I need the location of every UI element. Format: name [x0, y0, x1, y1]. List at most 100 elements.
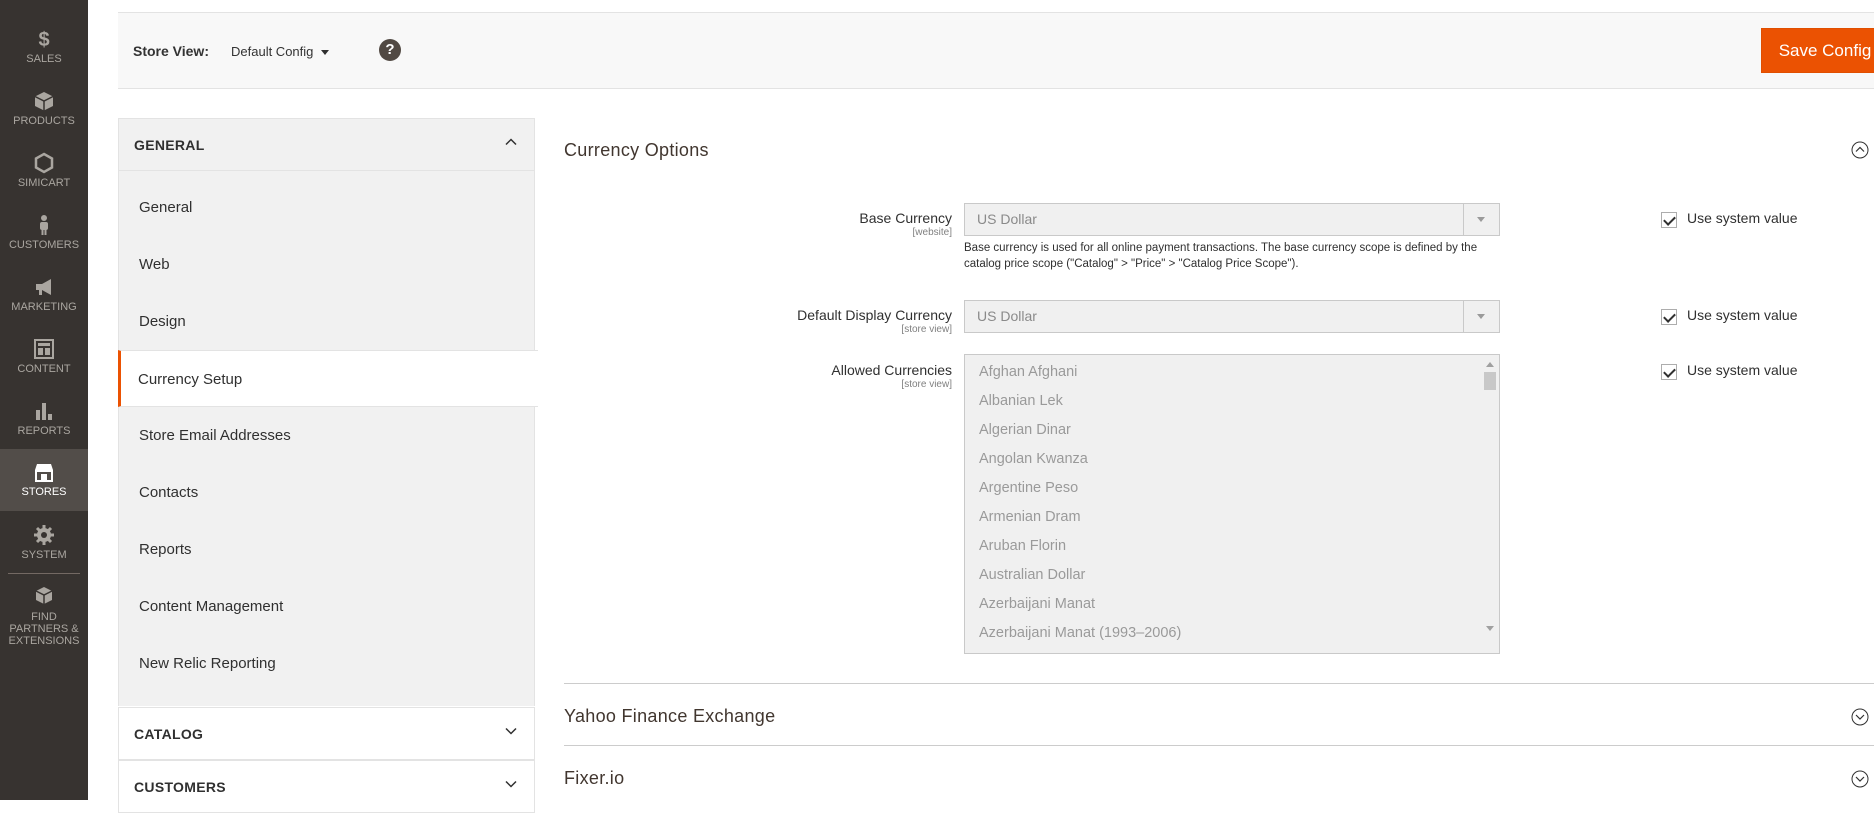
person-icon	[40, 215, 48, 235]
nav-item-products[interactable]: PRODUCTS	[0, 82, 88, 132]
use-system-label: Use system value	[1687, 307, 1798, 323]
checkbox-checked-icon[interactable]	[1661, 364, 1677, 380]
field-label-text: Allowed Currencies	[831, 362, 952, 378]
nav-divider	[8, 573, 80, 574]
nav-label: REPORTS	[17, 425, 71, 437]
dollar-icon: $	[38, 29, 49, 50]
dropdown-arrow-icon	[1463, 204, 1499, 235]
store-view-label: Store View:	[133, 43, 209, 59]
section-divider	[564, 683, 1874, 684]
checkbox-checked-icon[interactable]	[1661, 212, 1677, 228]
config-tabs: GENERAL General Web Design Currency Setu…	[118, 118, 538, 813]
expand-down-icon[interactable]	[1851, 708, 1869, 726]
nav-item-find-partners[interactable]: FIND PARTNERS & EXTENSIONS	[0, 578, 88, 647]
base-currency-select[interactable]: US Dollar	[964, 203, 1500, 236]
tab-item-currency-setup[interactable]: Currency Setup	[118, 350, 538, 407]
currency-option[interactable]: Algerian Dinar	[979, 422, 1071, 438]
dropdown-arrow-icon	[1463, 301, 1499, 332]
nav-label: FIND PARTNERS & EXTENSIONS	[8, 611, 80, 647]
layout-icon	[34, 339, 54, 359]
base-currency-label: Base Currency [website]	[859, 210, 952, 238]
currency-option[interactable]: Argentine Peso	[979, 480, 1078, 496]
page-actions-bar: Store View: Default Config ? Save Config	[118, 13, 1874, 89]
nav-item-stores[interactable]: STORES	[0, 449, 88, 511]
cube-icon	[34, 92, 54, 111]
nav-label: SIMICART	[17, 177, 71, 189]
nav-label: PRODUCTS	[13, 115, 75, 127]
use-system-label: Use system value	[1687, 210, 1798, 226]
config-page: Store View: Default Config ? Save Config…	[88, 0, 1874, 813]
help-icon[interactable]: ?	[379, 39, 401, 61]
tab-group-catalog[interactable]: CATALOG	[118, 707, 535, 760]
nav-item-simicart[interactable]: SIMICART	[0, 144, 88, 194]
section-title-yahoo-finance[interactable]: Yahoo Finance Exchange	[564, 706, 775, 727]
allowed-currencies-label: Allowed Currencies [store view]	[831, 362, 952, 390]
currency-option[interactable]: Australian Dollar	[979, 567, 1085, 583]
svg-text:$: $	[38, 29, 49, 50]
caret-down-icon	[321, 50, 330, 56]
scroll-down-icon[interactable]	[1486, 626, 1494, 631]
checkbox-checked-icon[interactable]	[1661, 309, 1677, 325]
tab-group-customers[interactable]: CUSTOMERS	[118, 760, 535, 813]
currency-option[interactable]: Albanian Lek	[979, 393, 1063, 409]
boxes-icon	[35, 587, 53, 604]
megaphone-icon	[36, 279, 51, 295]
tab-group-general[interactable]: GENERAL	[118, 118, 535, 171]
chevron-down-icon	[505, 727, 517, 735]
tab-group-title: CATALOG	[134, 726, 204, 742]
chevron-down-icon	[505, 780, 517, 788]
scope-label: [store view]	[901, 379, 952, 390]
currency-option[interactable]: Angolan Kwanza	[979, 451, 1088, 467]
base-currency-note: Base currency is used for all online pay…	[964, 242, 1478, 270]
currency-option[interactable]: Azerbaijani Manat (1993–2006)	[979, 625, 1181, 641]
nav-item-reports[interactable]: REPORTS	[0, 392, 88, 442]
tab-item-new-relic-reporting[interactable]: New Relic Reporting	[119, 635, 534, 692]
nav-label: STORES	[21, 486, 67, 498]
nav-item-sales[interactable]: $ SALES	[0, 20, 88, 70]
scroll-thumb[interactable]	[1484, 372, 1496, 390]
chevron-up-icon	[505, 138, 517, 146]
nav-label: CUSTOMERS	[8, 239, 80, 251]
section-title-fixer-io[interactable]: Fixer.io	[564, 768, 624, 789]
tab-item-web[interactable]: Web	[119, 236, 534, 293]
store-view-switcher[interactable]: Default Config	[231, 44, 330, 59]
select-value: US Dollar	[977, 308, 1037, 324]
nav-item-marketing[interactable]: MARKETING	[0, 268, 88, 318]
nav-label: SALES	[26, 53, 62, 65]
store-view-value: Default Config	[231, 44, 314, 59]
tab-item-general[interactable]: General	[119, 179, 534, 236]
currency-option[interactable]: Afghan Afghani	[979, 364, 1077, 380]
allowed-currencies-multiselect[interactable]: Afghan Afghani Albanian Lek Algerian Din…	[964, 354, 1500, 654]
field-label-text: Base Currency	[859, 210, 952, 226]
allowed-currencies-label-col: Allowed Currencies [store view]	[564, 362, 952, 392]
currency-option[interactable]: Armenian Dram	[979, 509, 1081, 525]
nav-item-customers[interactable]: CUSTOMERS	[0, 206, 88, 256]
select-value: US Dollar	[977, 211, 1037, 227]
tab-item-store-email-addresses[interactable]: Store Email Addresses	[119, 407, 534, 464]
scroll-up-icon[interactable]	[1486, 362, 1494, 367]
storefront-icon	[35, 464, 53, 482]
collapse-up-icon[interactable]	[1851, 141, 1869, 159]
tab-item-contacts[interactable]: Contacts	[119, 464, 534, 521]
currency-option[interactable]: Aruban Florin	[979, 538, 1066, 554]
general-tab-items: General Web Design Currency Setup Store …	[118, 171, 538, 706]
save-config-button[interactable]: Save Config	[1761, 28, 1874, 73]
scope-label: [website]	[912, 227, 952, 238]
expand-down-icon[interactable]	[1851, 770, 1869, 788]
default-display-currency-select[interactable]: US Dollar	[964, 300, 1500, 333]
use-system-label: Use system value	[1687, 362, 1798, 378]
section-title-currency-options[interactable]: Currency Options	[564, 140, 709, 161]
admin-nav: $ SALES PRODUCTS SIMICART CUSTOMERS MARK…	[0, 0, 88, 800]
tab-group-title: CUSTOMERS	[134, 779, 226, 795]
tab-item-content-management[interactable]: Content Management	[119, 578, 534, 635]
nav-label: CONTENT	[17, 363, 71, 375]
scrollbar[interactable]	[1482, 356, 1498, 652]
bar-chart-icon	[36, 403, 52, 420]
tab-item-design[interactable]: Design	[119, 293, 534, 350]
currency-option[interactable]: Azerbaijani Manat	[979, 596, 1095, 612]
tab-item-reports[interactable]: Reports	[119, 521, 534, 578]
tab-group-title: GENERAL	[134, 137, 205, 153]
nav-item-content[interactable]: CONTENT	[0, 330, 88, 380]
nav-item-system[interactable]: SYSTEM	[0, 516, 88, 566]
default-display-label-col: Default Display Currency [store view]	[564, 307, 952, 337]
